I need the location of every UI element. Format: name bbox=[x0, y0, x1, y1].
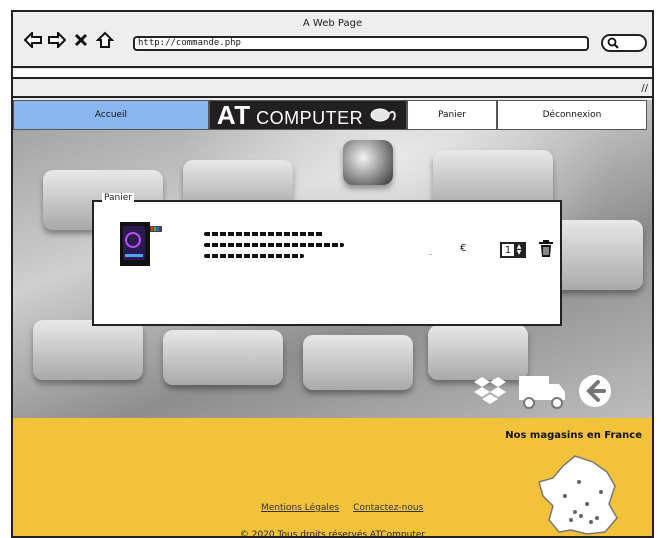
search-icon bbox=[607, 34, 619, 53]
stop-icon[interactable] bbox=[71, 30, 91, 50]
product-description bbox=[204, 232, 354, 265]
price-value: .. bbox=[428, 249, 433, 257]
trash-icon[interactable] bbox=[538, 240, 554, 258]
forward-icon[interactable] bbox=[47, 30, 67, 50]
nav-logout-button[interactable]: Déconnexion bbox=[497, 100, 647, 130]
copyright-text: © 2020 Tous droits réservés ATComputer bbox=[239, 530, 426, 538]
back-icon[interactable] bbox=[23, 30, 43, 50]
brand-name: AT COMPUTER bbox=[216, 100, 364, 130]
cart-panel: Panier .. € 1 ▲ ▼ bbox=[92, 193, 562, 326]
url-input[interactable]: http://commande.php bbox=[133, 36, 589, 51]
browser-nav-icons bbox=[23, 30, 115, 50]
back-arrow-icon[interactable] bbox=[577, 373, 613, 413]
stepper-arrows-icon[interactable]: ▲ ▼ bbox=[514, 244, 524, 256]
delivery-truck-icon[interactable] bbox=[517, 372, 567, 414]
cart-legend: Panier bbox=[102, 193, 134, 203]
france-map-icon[interactable] bbox=[535, 452, 627, 536]
browser-titlebar: A Web Page http://commande.php bbox=[13, 12, 652, 68]
page-content: Accueil AT COMPUTER Panier Déconnexion P… bbox=[13, 100, 652, 538]
nav-cart-button[interactable]: Panier bbox=[407, 100, 497, 130]
footer-link-legal[interactable]: Mentions Légales bbox=[261, 503, 339, 513]
brand-logo[interactable]: AT COMPUTER bbox=[209, 100, 407, 130]
browser-bookmarks-strip bbox=[13, 80, 652, 98]
resize-grip-icon[interactable]: // bbox=[641, 83, 648, 94]
footer-link-contact[interactable]: Contactez-nous bbox=[353, 503, 423, 513]
browser-toolbar-strip bbox=[13, 69, 652, 79]
gaming-pc-icon[interactable] bbox=[116, 218, 166, 270]
quantity-stepper[interactable]: 1 ▲ ▼ bbox=[500, 242, 526, 258]
currency-symbol: € bbox=[460, 243, 467, 254]
search-field[interactable] bbox=[601, 34, 647, 52]
browser-window: A Web Page http://commande.php // Accuei… bbox=[11, 10, 654, 538]
top-navigation: Accueil AT COMPUTER Panier Déconnexion bbox=[13, 100, 652, 130]
mouse-icon bbox=[369, 106, 399, 125]
dropbox-icon[interactable] bbox=[473, 375, 507, 411]
bottom-action-icons bbox=[473, 372, 613, 414]
footer-links: Mentions Légales Contactez-nous bbox=[261, 503, 423, 513]
quantity-value: 1 bbox=[504, 244, 512, 256]
footer: Nos magasins en France Mentions Légales … bbox=[13, 418, 652, 538]
home-icon[interactable] bbox=[95, 30, 115, 50]
stores-title: Nos magasins en France bbox=[505, 430, 642, 441]
window-title: A Web Page bbox=[302, 18, 363, 29]
nav-home-button[interactable]: Accueil bbox=[13, 100, 209, 130]
